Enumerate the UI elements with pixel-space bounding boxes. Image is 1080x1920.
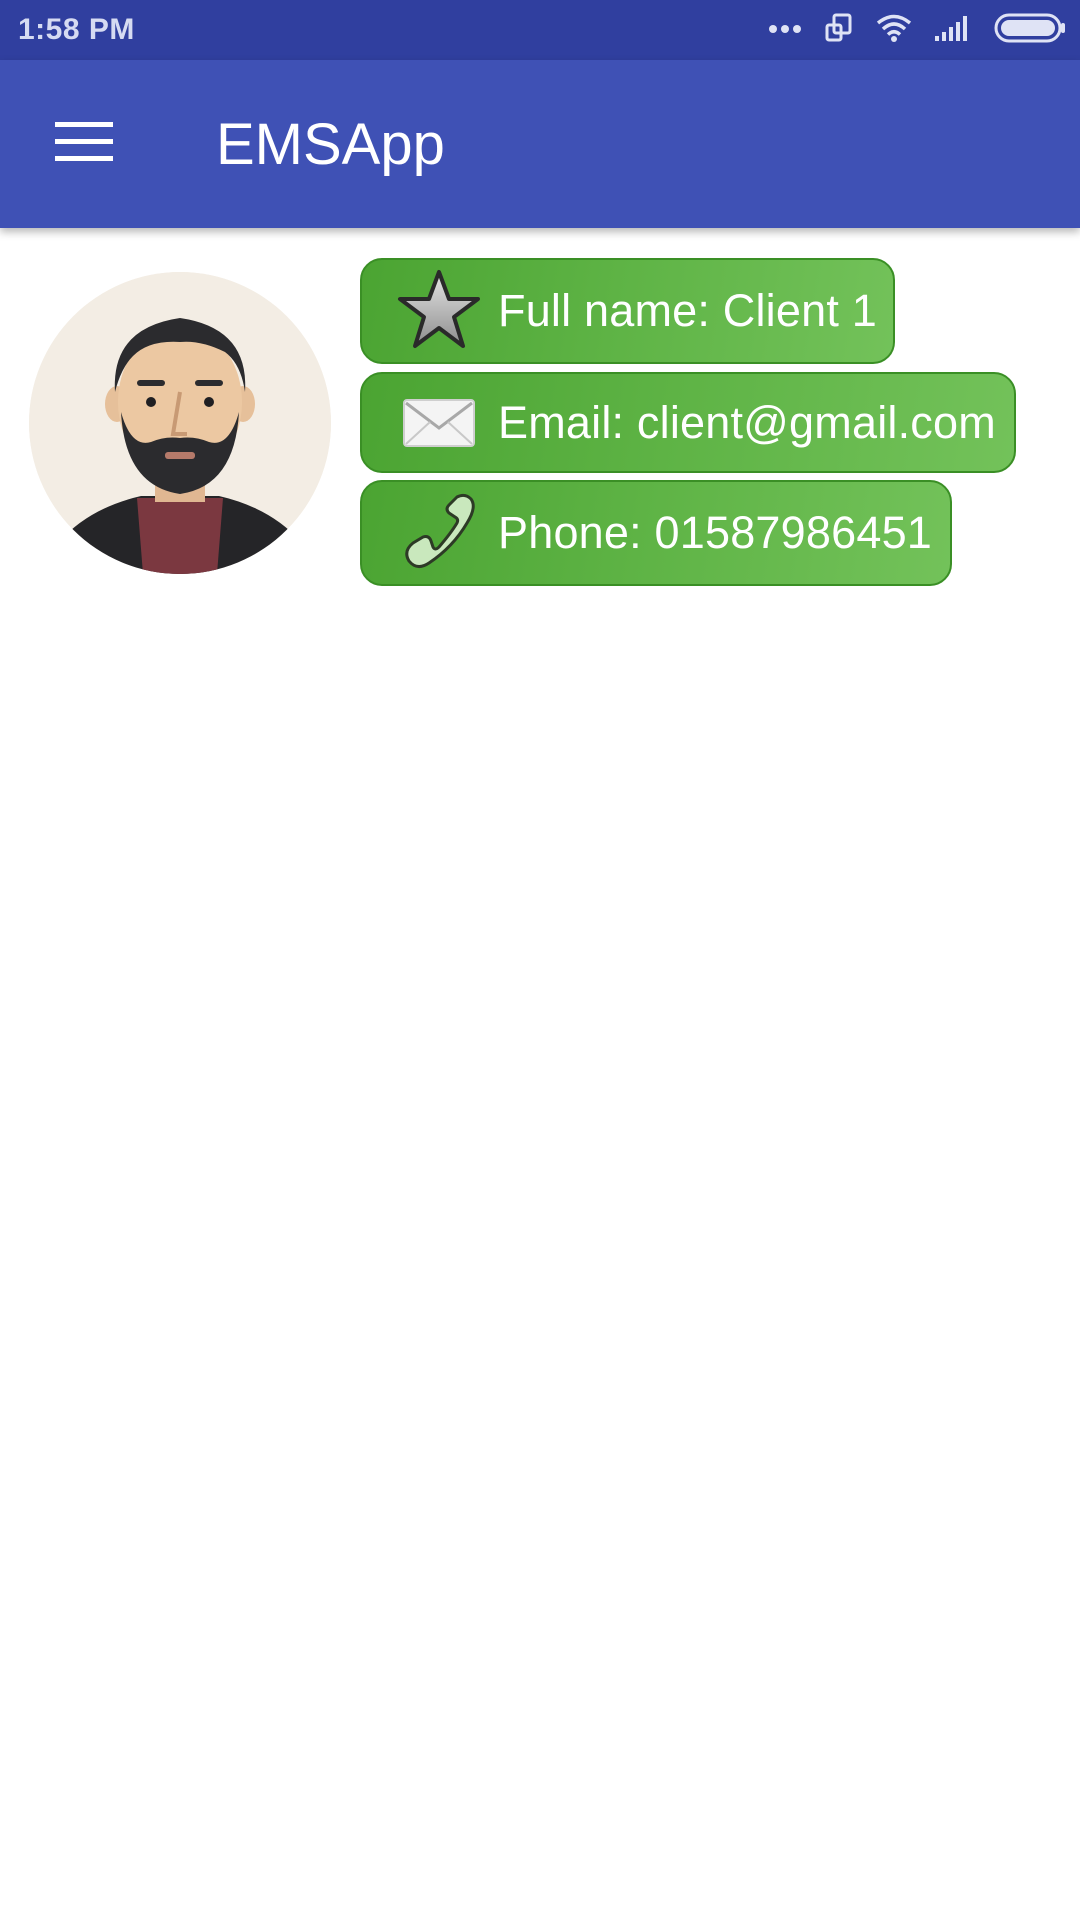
screen-rotate-icon	[824, 13, 854, 48]
full-name-row[interactable]: Full name: Client 1	[360, 258, 895, 364]
full-name-text: Full name: Client 1	[498, 285, 877, 336]
star-icon	[394, 266, 484, 356]
status-bar: 1:58 PM	[0, 0, 1080, 60]
user-avatar	[29, 272, 331, 574]
app-bar: EMSApp	[0, 60, 1080, 228]
battery-icon	[994, 13, 1066, 48]
status-time: 1:58 PM	[18, 13, 135, 46]
envelope-icon	[394, 378, 484, 468]
app-title: EMSApp	[216, 112, 445, 177]
email-text: Email: client@gmail.com	[498, 396, 996, 448]
email-row[interactable]: Email: client@gmail.com	[360, 372, 1016, 473]
phone-text: Phone: 01587986451	[498, 507, 933, 558]
hamburger-menu-icon	[55, 120, 113, 169]
phone-icon	[394, 488, 484, 578]
phone-row[interactable]: Phone: 01587986451	[360, 480, 952, 586]
hamburger-menu-button[interactable]	[40, 106, 128, 182]
signal-icon	[934, 14, 972, 47]
more-dots-icon	[768, 21, 802, 39]
wifi-icon	[876, 14, 912, 47]
status-icons	[746, 12, 1066, 48]
